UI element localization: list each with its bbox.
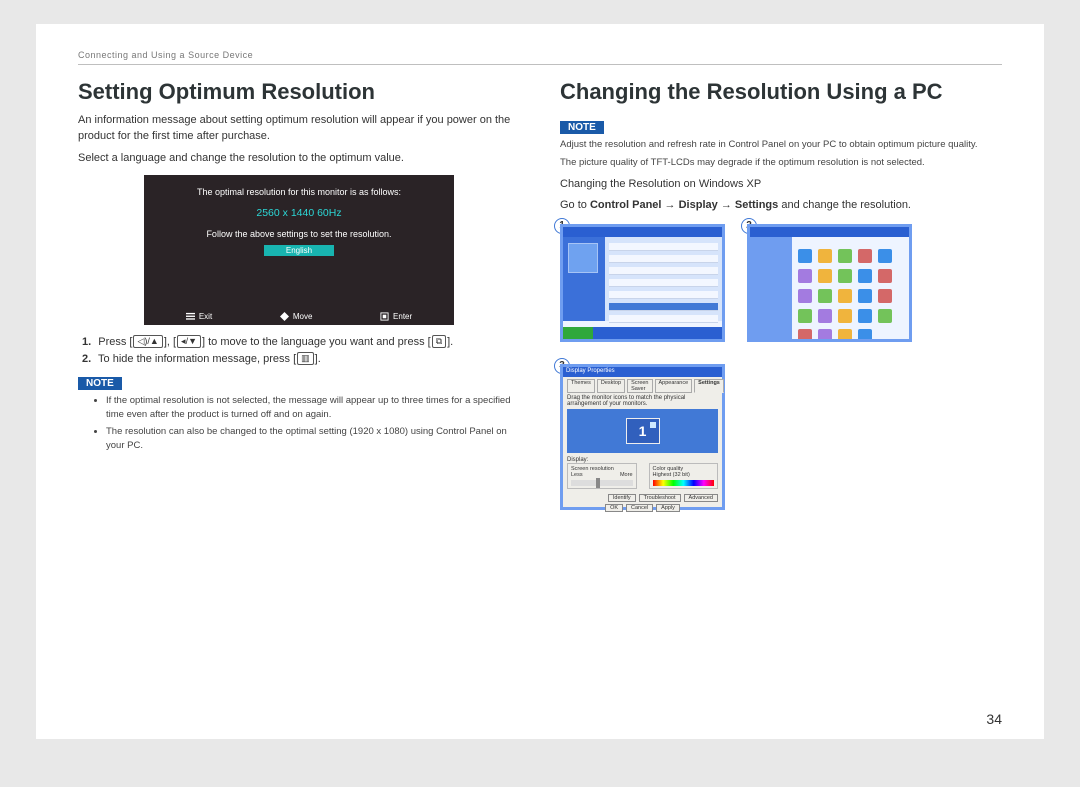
step-2: 2. To hide the information message, pres… xyxy=(82,352,520,365)
cp-icon xyxy=(818,269,832,283)
color-bar xyxy=(653,480,715,486)
note-item: Adjust the resolution and refresh rate i… xyxy=(560,138,1002,152)
cp-icon xyxy=(798,309,812,323)
instruction-path: Go to Control Panel → Display → Settings… xyxy=(560,198,1002,214)
vol-up-icon: ◁)/▲ xyxy=(133,335,162,348)
color-quality-fieldset: Color quality Highest (32 bit) xyxy=(649,463,719,489)
osd-move: Move xyxy=(280,312,313,321)
running-head: Connecting and Using a Source Device xyxy=(78,50,1002,65)
cp-icon xyxy=(818,329,832,342)
step-1: 1. Press [◁)/▲], [◂/▼] to move to the la… xyxy=(82,335,520,348)
cp-icon xyxy=(858,329,872,342)
subheading-xp: Changing the Resolution on Windows XP xyxy=(560,177,1002,193)
osd-line-2: Follow the above settings to set the res… xyxy=(162,229,436,239)
tab-appearance: Appearance xyxy=(655,379,693,393)
monitor-preview: 1 xyxy=(567,409,718,453)
cp-icon xyxy=(798,249,812,263)
screenshot-control-panel: 2 xyxy=(747,224,912,342)
cp-icon xyxy=(838,249,852,263)
page-number: 34 xyxy=(986,711,1002,727)
source-icon: ⧉ xyxy=(432,335,446,348)
dialog-ok-buttons: OK Cancel Apply xyxy=(567,504,718,512)
osd-resolution: 2560 x 1440 60Hz xyxy=(162,207,436,219)
heading-setting-optimum: Setting Optimum Resolution xyxy=(78,79,520,105)
note-item: The resolution can also be changed to th… xyxy=(106,425,520,453)
cp-icon xyxy=(878,289,892,303)
advanced-button: Advanced xyxy=(684,494,718,502)
dialog-middle-buttons: Identify Troubleshoot Advanced xyxy=(567,494,718,502)
osd-preview: The optimal resolution for this monitor … xyxy=(144,175,454,325)
osd-enter: Enter xyxy=(380,312,412,321)
screenshots-grid: 1 2 xyxy=(560,224,1002,510)
cp-icon xyxy=(798,289,812,303)
control-panel-item xyxy=(609,303,718,311)
tab-desktop: Desktop xyxy=(597,379,625,393)
cp-icon xyxy=(858,289,872,303)
vol-down-icon: ◂/▼ xyxy=(177,335,201,348)
enter-icon xyxy=(380,312,389,321)
monitor-icon: 1 xyxy=(626,418,660,444)
cp-icon xyxy=(878,309,892,323)
columns: Setting Optimum Resolution An informatio… xyxy=(78,79,1002,510)
steps-list: 1. Press [◁)/▲], [◂/▼] to move to the la… xyxy=(82,335,520,365)
cp-icon xyxy=(818,289,832,303)
cp-icon xyxy=(878,249,892,263)
intro-paragraph-2: Select a language and change the resolut… xyxy=(78,151,520,167)
cp-icon xyxy=(858,269,872,283)
menu-button-icon: ▥ xyxy=(297,352,314,365)
cp-icon xyxy=(858,249,872,263)
cp-icon xyxy=(818,309,832,323)
manual-page: Connecting and Using a Source Device Set… xyxy=(36,24,1044,739)
osd-language: English xyxy=(264,245,334,256)
ok-button: OK xyxy=(605,504,623,512)
cp-icon xyxy=(798,329,812,342)
cp-icon xyxy=(798,269,812,283)
window-control-panel xyxy=(747,224,912,342)
dialog-title: Display Properties xyxy=(563,367,722,377)
window-start-menu xyxy=(560,224,725,342)
avatar-icon xyxy=(568,243,598,273)
display-properties-dialog: Display Properties Themes Desktop Screen… xyxy=(560,364,725,510)
cp-icon xyxy=(838,329,852,342)
heading-changing-resolution: Changing the Resolution Using a PC xyxy=(560,79,1002,105)
note-list-left: If the optimal resolution is not selecte… xyxy=(78,394,520,453)
right-column: Changing the Resolution Using a PC NOTE … xyxy=(560,79,1002,510)
cp-icon xyxy=(838,269,852,283)
cp-icon xyxy=(838,289,852,303)
screenshot-start-menu: 1 xyxy=(560,224,725,342)
menu-icon xyxy=(186,312,195,321)
osd-line-1: The optimal resolution for this monitor … xyxy=(162,187,436,197)
note-item: If the optimal resolution is not selecte… xyxy=(106,394,520,422)
identify-button: Identify xyxy=(608,494,636,502)
start-button xyxy=(563,327,593,339)
osd-footer: Exit Move Enter xyxy=(144,312,454,321)
apply-button: Apply xyxy=(656,504,680,512)
note-label: NOTE xyxy=(560,121,604,134)
cp-icon xyxy=(838,309,852,323)
left-column: Setting Optimum Resolution An informatio… xyxy=(78,79,520,510)
dialog-tabs: Themes Desktop Screen Saver Appearance S… xyxy=(567,379,718,393)
diamond-icon xyxy=(280,312,289,321)
screen-resolution-fieldset: Screen resolution LessMore xyxy=(567,463,637,489)
tab-themes: Themes xyxy=(567,379,595,393)
note-item: The picture quality of TFT-LCDs may degr… xyxy=(560,156,1002,170)
cancel-button: Cancel xyxy=(626,504,653,512)
troubleshoot-button: Troubleshoot xyxy=(639,494,681,502)
osd-exit: Exit xyxy=(186,312,212,321)
tab-settings: Settings xyxy=(694,379,724,393)
cp-icon xyxy=(858,309,872,323)
tab-screensaver: Screen Saver xyxy=(627,379,652,393)
dialog-hint: Drag the monitor icons to match the phys… xyxy=(567,395,718,407)
cp-icon xyxy=(818,249,832,263)
screenshot-display-properties: 3 Display Properties Themes Desktop Scre… xyxy=(560,364,725,510)
resolution-slider xyxy=(571,480,633,486)
note-label: NOTE xyxy=(78,377,122,390)
intro-paragraph-1: An information message about setting opt… xyxy=(78,113,520,145)
cp-icon xyxy=(878,269,892,283)
